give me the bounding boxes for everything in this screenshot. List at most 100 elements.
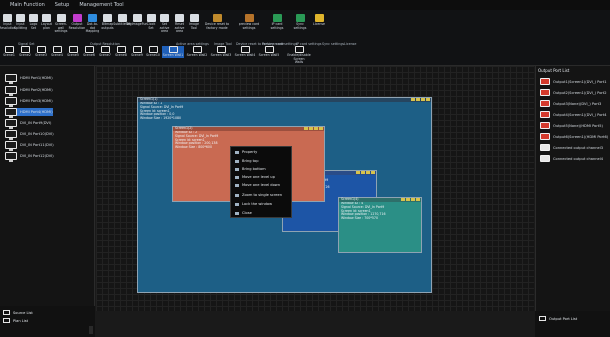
output-port-label: Output3(None)(DVI_) Port3 — [553, 101, 602, 106]
window-3-controls[interactable] — [356, 171, 375, 174]
tab-source-list[interactable]: Source List — [3, 310, 33, 315]
window-4[interactable]: Screen1(4) Window ID : 4 Signal Source: … — [338, 197, 422, 253]
ribbon-group-label: Sync settings — [322, 42, 345, 46]
output-port-item[interactable]: Output1(Screen1)(DVI_) Port1 — [540, 78, 607, 85]
reset-active-area-icon — [175, 14, 184, 22]
scene-icon — [68, 46, 78, 53]
ribbon-button-19[interactable]: License — [312, 14, 326, 27]
tab-output-port-list[interactable]: Output Port List — [539, 316, 577, 321]
ribbon-scene-label: Scene2 — [19, 53, 31, 57]
context-menu-item[interactable]: Bring bottom — [235, 167, 266, 171]
context-menu-item[interactable]: Lock the window — [235, 202, 272, 206]
ribbon-scene-button-3[interactable]: Scene3 — [34, 46, 48, 58]
context-menu-item[interactable]: Zoom to single screen — [235, 193, 282, 197]
ribbon-scene-button-4[interactable]: Scene4 — [50, 46, 64, 58]
subtitle-set-icon — [117, 14, 127, 22]
ribbon-button-11[interactable]: Clock Set — [146, 14, 156, 30]
ribbon-scene-button-7[interactable]: Scene7 — [98, 46, 112, 58]
output-port-item[interactable]: Output3(None)(DVI_) Port3 — [540, 100, 601, 107]
ribbon-button-16[interactable]: preview card settings — [234, 14, 264, 30]
source-port-item[interactable]: DVI_IN Port12(DVI) — [5, 152, 54, 162]
context-menu-item[interactable]: Property — [235, 150, 257, 154]
ribbon-button-17[interactable]: IP card settings — [266, 14, 288, 30]
context-menu-item[interactable]: Bring top — [235, 159, 259, 163]
ribbon-button-10[interactable]: BigImageFun — [127, 14, 147, 27]
ribbon-scene-button-9[interactable]: Scene9 — [130, 46, 144, 58]
context-menu-item[interactable]: Close — [235, 211, 252, 215]
ribbon-button-label: Logo Set — [29, 22, 38, 30]
ribbon-button-8[interactable]: Bitmap outputs — [101, 14, 114, 30]
source-port-item[interactable]: HDMI Port2(HDMI) — [5, 86, 53, 96]
context-menu-item[interactable]: Move one level up — [235, 175, 275, 179]
output-port-item[interactable]: Connected output channel4 — [540, 155, 603, 162]
window-1-titlebar[interactable]: Screen1(1) — [138, 97, 431, 102]
source-port-item[interactable]: DVI_IN Port11(DVI) — [5, 141, 54, 151]
ribbon-scene-button-8[interactable]: Scene8 — [114, 46, 128, 58]
ribbon-scene-button-15[interactable]: Screen Wall5 — [258, 46, 280, 58]
ribbon-scene-button-13[interactable]: Screen Wall3 — [210, 46, 232, 58]
window-4-controls[interactable] — [401, 198, 420, 201]
output-port-item[interactable]: Connected output channel3 — [540, 144, 603, 151]
ribbon-scene-button-16[interactable]: Enable/disable Screen Walls — [282, 46, 316, 65]
ribbon-button-1[interactable]: Input Resolution — [0, 14, 16, 30]
ribbon-scene-button-14[interactable]: Screen Wall4 — [234, 46, 256, 58]
source-port-item[interactable]: HDMI Port1(HDMI) — [5, 74, 53, 84]
ribbon-scene-button-11[interactable]: Screen Wall1 — [162, 46, 184, 58]
ribbon-button-4[interactable]: Layout plan — [41, 14, 52, 30]
ribbon-scene-button-6[interactable]: Scene6 — [82, 46, 96, 58]
window-4-titlebar[interactable]: Screen1(4) — [339, 197, 421, 202]
source-port-item[interactable]: DVI_IN Port10(DVI) — [5, 130, 54, 140]
context-menu-label: Property — [242, 150, 258, 154]
source-port-item[interactable]: HDMI Port4(HDMI) — [5, 108, 53, 118]
tab-plan-list[interactable]: Plan List — [3, 318, 28, 323]
window-2-titlebar[interactable]: Screen1(2) — [173, 126, 324, 131]
ribbon-scene-button-2[interactable]: Scene2 — [18, 46, 32, 58]
ribbon-button-3[interactable]: Logo Set — [28, 14, 39, 30]
ribbon-button-label: License — [312, 22, 326, 26]
source-port-item[interactable]: HDMI Port3(HDMI) — [5, 97, 53, 107]
output-port-panel: Output Port List Output1(Screen1)(DVI_) … — [535, 66, 610, 311]
window-2-title: Screen1(2) — [175, 126, 193, 130]
ribbon-button-12[interactable]: Set active area — [158, 14, 171, 34]
ribbon-button-13[interactable]: Reset active area — [173, 14, 186, 34]
menu-management-tool[interactable]: Management Tool — [79, 2, 123, 8]
context-menu-label: Bring top — [242, 159, 259, 163]
screen-wall-icon — [264, 46, 274, 53]
ribbon-scene-button-1[interactable]: Scene1 — [2, 46, 16, 58]
ribbon-scene-label: Enable/disable Screen Walls — [287, 53, 311, 65]
menu-item-icon — [235, 167, 239, 171]
output-port-item[interactable]: Output5(None)(HDMI Port5) — [540, 122, 603, 129]
output-port-item[interactable]: Output4(Screen1)(DVI_) Port4 — [540, 111, 607, 118]
context-menu-label: Move one level down — [242, 183, 280, 187]
window-1-controls[interactable] — [411, 98, 430, 101]
ribbon-button-18[interactable]: Sync settings — [290, 14, 310, 30]
context-menu-item[interactable]: Move one level down — [235, 183, 280, 187]
ribbon-button-15[interactable]: Device reset to factory mode — [202, 14, 232, 30]
scene-icon — [20, 46, 30, 53]
menu-main-function[interactable]: Main Function — [10, 2, 45, 8]
ribbon-button-label: Image Tool — [189, 22, 199, 30]
image-tool-icon — [189, 14, 199, 22]
output-port-item[interactable]: Output2(Screen1)(DVI_) Port2 — [540, 89, 607, 96]
ribbon-button-label: Bitmap outputs — [101, 22, 114, 30]
ribbon-scene-button-5[interactable]: Scene5 — [66, 46, 80, 58]
device-reset-icon — [212, 14, 222, 22]
ribbon-scene-label: Screen Wall5 — [258, 53, 280, 57]
output-monitor-icon — [540, 111, 550, 118]
window-2-controls[interactable] — [304, 127, 323, 130]
menu-setup[interactable]: Setup — [55, 2, 70, 8]
menu-item-icon — [235, 159, 239, 163]
ribbon-scene-button-12[interactable]: Screen Wall2 — [186, 46, 208, 58]
scrollbar[interactable] — [89, 326, 93, 334]
output-monitor-icon — [540, 78, 550, 85]
output-port-item[interactable]: Output6(Screen1)(HDMI Port6) — [540, 133, 608, 140]
ribbon-button-7[interactable]: Dot-to-dot Mapping — [86, 14, 99, 34]
output-monitor-icon — [540, 144, 550, 151]
source-port-label: HDMI Port2(HDMI) — [20, 88, 53, 92]
ribbon-button-6[interactable]: Output Resolution — [69, 14, 85, 30]
source-port-item[interactable]: DVI_IN Port9(DVI) — [5, 119, 51, 129]
ribbon-button-5[interactable]: Screen-wall settings — [54, 14, 68, 34]
ribbon-button-14[interactable]: Image Tool — [188, 14, 200, 30]
ribbon-scene-button-10[interactable]: Scene10 — [146, 46, 160, 58]
ribbon-button-2[interactable]: Input Splitting — [14, 14, 27, 30]
